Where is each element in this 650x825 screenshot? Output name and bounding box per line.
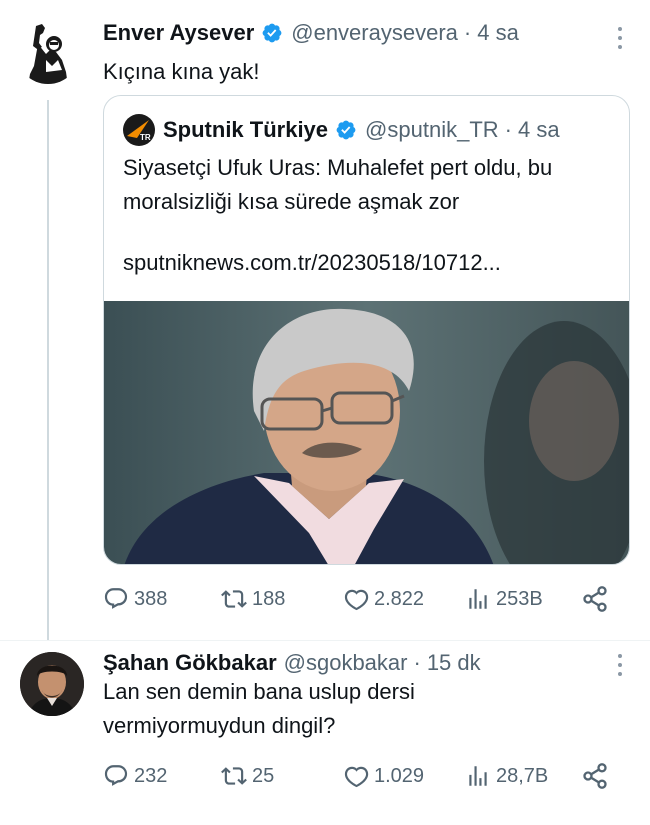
views-count: 28,7B: [496, 764, 549, 787]
author-avatar[interactable]: [20, 652, 84, 716]
tweet-text: Kıçına kına yak!: [103, 59, 260, 84]
views-button[interactable]: 253B: [465, 581, 543, 617]
verified-badge-icon: [335, 119, 357, 141]
tweet-header: Şahan Gökbakar @sgokbakar · 15 dk: [103, 650, 481, 676]
share-button[interactable]: [581, 581, 609, 617]
more-options-icon[interactable]: [618, 27, 622, 49]
more-options-icon[interactable]: [618, 654, 622, 676]
quote-author-name[interactable]: Sputnik Türkiye: [163, 117, 328, 143]
reply-icon: [103, 586, 129, 612]
like-count: 2.822: [374, 587, 425, 610]
retweet-icon: [221, 586, 247, 612]
retweet-button[interactable]: 188: [221, 581, 285, 617]
reply-count: 232: [134, 764, 168, 787]
retweet-button[interactable]: 25: [221, 758, 274, 794]
retweet-count: 188: [252, 587, 286, 610]
tweet-action-bar: 388 188 2.822 253B: [103, 581, 613, 617]
share-icon: [581, 585, 609, 613]
reply-button[interactable]: 232: [103, 758, 167, 794]
separator-dot: ·: [463, 20, 472, 45]
like-button[interactable]: 2.822: [343, 581, 424, 617]
quote-author-handle[interactable]: @sputnik_TR: [365, 117, 499, 143]
svg-text:TR: TR: [140, 133, 151, 142]
reply-icon: [103, 763, 129, 789]
verified-badge-icon: [261, 22, 283, 44]
retweet-count: 25: [252, 764, 275, 787]
tweet-action-bar: 232 25 1.029 28,7B: [103, 758, 613, 794]
views-button[interactable]: 28,7B: [465, 758, 548, 794]
like-button[interactable]: 1.029: [343, 758, 424, 794]
views-icon: [465, 763, 491, 789]
author-name[interactable]: Şahan Gökbakar: [103, 650, 277, 676]
separator-dot: ·: [504, 117, 512, 142]
separator-dot: ·: [413, 650, 421, 675]
author-name[interactable]: Enver Aysever: [103, 20, 254, 46]
main-tweet[interactable]: Enver Aysever @enveraysevera · 4 sa Kıçı…: [0, 0, 650, 640]
tweet-timestamp[interactable]: 4 sa: [477, 20, 519, 46]
quote-text: Siyasetçi Ufuk Uras: Muhalefet pert oldu…: [123, 155, 553, 214]
reply-count: 388: [134, 587, 168, 610]
quote-timestamp[interactable]: 4 sa: [518, 117, 560, 143]
quote-news-photo[interactable]: [104, 301, 629, 564]
tweet-text: Lan sen demin bana uslup dersi vermiyorm…: [103, 679, 415, 738]
like-icon: [343, 586, 369, 612]
author-handle[interactable]: @sgokbakar: [284, 650, 408, 676]
reply-button[interactable]: 388: [103, 581, 167, 617]
views-icon: [465, 586, 491, 612]
tweet-header: Enver Aysever @enveraysevera · 4 sa: [103, 20, 519, 46]
quoted-tweet-card[interactable]: TR Sputnik Türkiye @sputnik_TR · 4 sa Si…: [103, 95, 630, 565]
sputnik-logo[interactable]: TR: [123, 114, 155, 146]
quote-link[interactable]: sputniknews.com.tr/20230518/10712...: [123, 250, 501, 276]
author-handle[interactable]: @enveraysevera: [291, 20, 458, 46]
quote-header: TR Sputnik Türkiye @sputnik_TR · 4 sa: [123, 114, 560, 146]
views-count: 253B: [496, 587, 543, 610]
retweet-icon: [221, 763, 247, 789]
like-count: 1.029: [374, 764, 425, 787]
share-icon: [581, 762, 609, 790]
tweet-timestamp[interactable]: 15 dk: [427, 650, 481, 676]
share-button[interactable]: [581, 758, 609, 794]
author-avatar[interactable]: [16, 20, 80, 84]
reply-tweet[interactable]: Şahan Gökbakar @sgokbakar · 15 dk Lan se…: [0, 640, 650, 825]
like-icon: [343, 763, 369, 789]
